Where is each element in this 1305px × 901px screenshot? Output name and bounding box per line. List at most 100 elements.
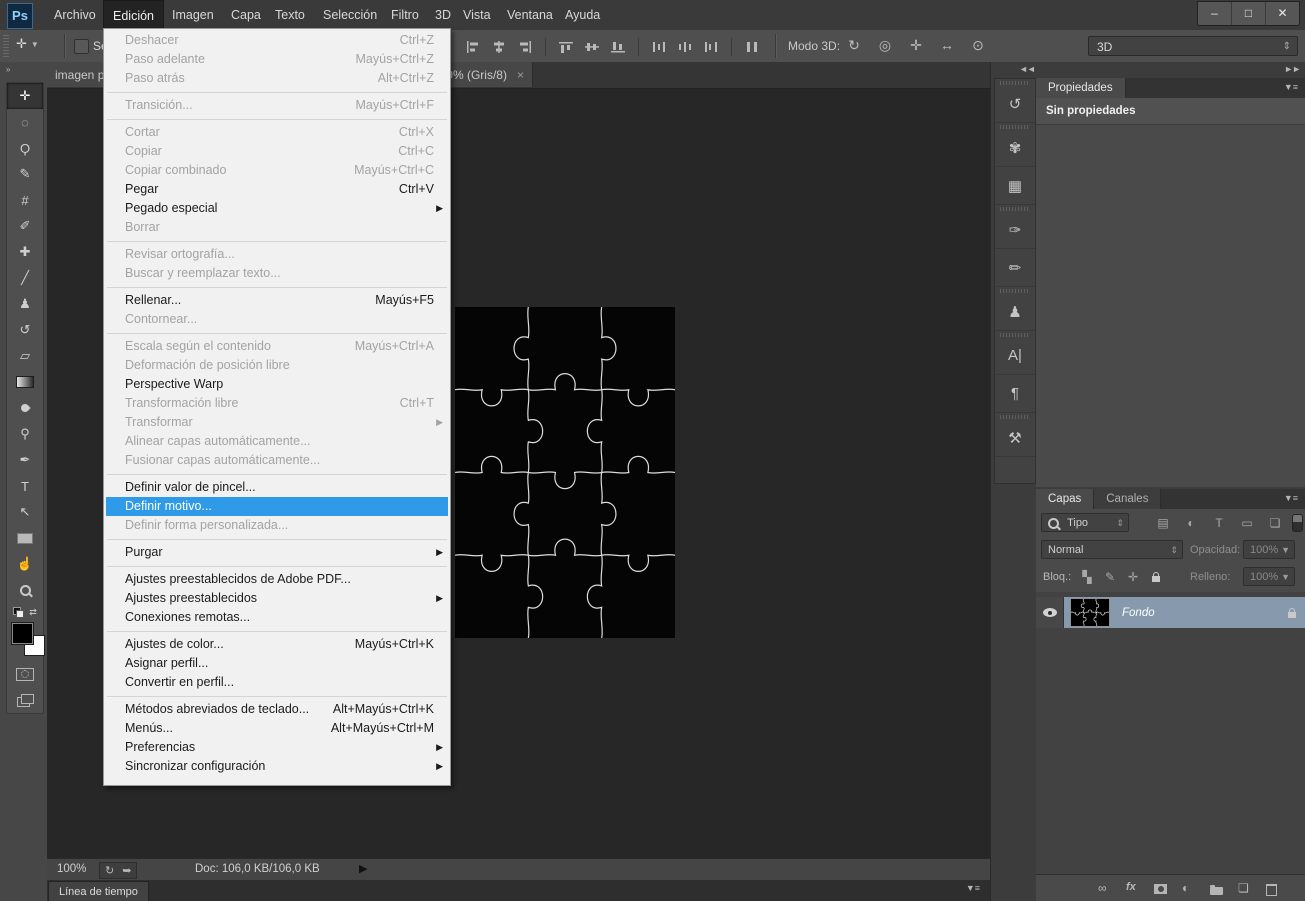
menu-item[interactable]: Definir motivo...	[106, 497, 448, 516]
export-icon[interactable]: ➥	[122, 864, 131, 877]
distribute-center-icon[interactable]	[674, 39, 696, 55]
menu-item[interactable]: Ajustes preestablecidos de Adobe PDF...	[106, 570, 448, 589]
lock-transparency-icon[interactable]: ▚	[1076, 567, 1098, 585]
swap-colors-icon[interactable]: ⇄	[29, 607, 37, 618]
clone-source-panel-button[interactable]: ♟	[995, 293, 1035, 331]
filter-type-icon[interactable]: T	[1208, 513, 1230, 531]
tab-capas[interactable]: Capas	[1036, 489, 1094, 509]
screen-mode-button[interactable]	[7, 687, 43, 713]
move-tool[interactable]: ✛	[7, 83, 43, 109]
menu-item[interactable]: Convertir en perfil...	[106, 673, 448, 692]
tool-preset-picker[interactable]: ✛ ▼	[16, 36, 39, 52]
character-panel-button[interactable]: A|	[995, 337, 1035, 375]
menubar-item-capa[interactable]: Capa	[222, 0, 270, 30]
sync-status-icon[interactable]: ↻	[105, 864, 114, 877]
menubar-item-selección[interactable]: Selección	[314, 0, 386, 30]
menubar-item-vista[interactable]: Vista	[454, 0, 500, 30]
layer-name[interactable]: Fondo	[1122, 607, 1288, 619]
auto-select-checkbox[interactable]	[74, 39, 89, 54]
adjustment-layer-icon[interactable]: ◐	[1182, 881, 1189, 895]
swatches-panel-button[interactable]: ▦	[995, 167, 1035, 205]
menubar-item-ventana[interactable]: Ventana	[498, 0, 562, 30]
close-button[interactable]: ✕	[1265, 2, 1299, 25]
blend-mode-select[interactable]: Normal ⇕	[1041, 540, 1183, 559]
eyedropper-tool[interactable]: ✐	[7, 213, 43, 239]
align-bottom-edges-icon[interactable]	[607, 39, 629, 55]
distribute-spacing-icon[interactable]	[741, 39, 763, 55]
panel-menu-icon[interactable]: ▼≡	[1284, 493, 1298, 503]
delete-layer-icon[interactable]	[1266, 881, 1277, 896]
eraser-tool[interactable]: ▱	[7, 343, 43, 369]
clone-stamp-tool[interactable]: ♟	[7, 291, 43, 317]
tab-propiedades[interactable]: Propiedades	[1036, 78, 1126, 98]
path-selection-tool[interactable]: ↖	[7, 499, 43, 525]
blur-tool[interactable]	[7, 395, 43, 421]
options-bar-grip[interactable]	[3, 35, 9, 57]
dodge-tool[interactable]: ⚲	[7, 421, 43, 447]
paragraph-panel-button[interactable]: ¶	[995, 375, 1035, 413]
menu-item[interactable]: Perspective Warp	[106, 375, 448, 394]
distribute-left-icon[interactable]	[648, 39, 670, 55]
align-h-centers-icon[interactable]	[488, 39, 510, 55]
menubar-item-ayuda[interactable]: Ayuda	[556, 0, 609, 30]
menubar-item-archivo[interactable]: Archivo	[45, 0, 105, 30]
workspace-selector[interactable]: 3D ⇕	[1088, 36, 1298, 56]
brush-tool[interactable]: ╱	[7, 265, 43, 291]
menu-item[interactable]: Ajustes de color...Mayús+Ctrl+K	[106, 635, 448, 654]
collapse-dock-icon[interactable]: ◄◄	[1019, 64, 1035, 74]
panel-menu-icon[interactable]: ▼≡	[966, 883, 980, 893]
filter-adjustment-icon[interactable]: ◐	[1180, 513, 1202, 531]
zoom-tool[interactable]	[7, 577, 43, 603]
align-left-edges-icon[interactable]	[462, 39, 484, 55]
menu-item[interactable]: Asignar perfil...	[106, 654, 448, 673]
brush-presets-panel-button[interactable]: ✑	[995, 211, 1035, 249]
menu-item[interactable]: Sincronizar configuración▶	[106, 757, 448, 776]
brush-settings-panel-button[interactable]: ✏	[995, 249, 1035, 287]
quick-mask-button[interactable]	[7, 661, 43, 687]
align-right-edges-icon[interactable]	[514, 39, 536, 55]
close-tab-icon[interactable]: ×	[517, 68, 524, 82]
distribute-right-icon[interactable]	[700, 39, 722, 55]
lock-position-icon[interactable]: ✛	[1122, 567, 1144, 585]
lock-paint-icon[interactable]: ✎	[1099, 567, 1121, 585]
3d-roll-icon[interactable]: ◎	[874, 34, 896, 56]
history-panel-button[interactable]: ↺	[995, 85, 1035, 123]
type-tool[interactable]: T	[7, 473, 43, 499]
foreground-color-swatch[interactable]	[12, 623, 33, 644]
link-layers-icon[interactable]: ∞	[1098, 881, 1107, 895]
menu-item[interactable]: Pegado especial▶	[106, 199, 448, 218]
menu-item[interactable]: PegarCtrl+V	[106, 180, 448, 199]
zoom-level[interactable]: 100%	[57, 863, 86, 875]
3d-zoom-icon[interactable]: ⊙	[967, 34, 989, 56]
menu-item[interactable]: Definir valor de pincel...	[106, 478, 448, 497]
filter-smart-object-icon[interactable]: ❏	[1264, 513, 1286, 531]
layer-visibility-eye-icon[interactable]	[1043, 608, 1057, 617]
menubar-item-texto[interactable]: Texto	[266, 0, 314, 30]
menu-item[interactable]: Purgar▶	[106, 543, 448, 562]
marquee-tool[interactable]: ◌	[7, 109, 43, 135]
tab-canales[interactable]: Canales	[1094, 489, 1161, 509]
shape-tool[interactable]	[7, 525, 43, 551]
filter-toggle-switch[interactable]	[1292, 514, 1303, 532]
menu-item[interactable]: Preferencias▶	[106, 738, 448, 757]
crop-tool[interactable]: #	[7, 187, 43, 213]
fill-field[interactable]: 100% ▼	[1243, 567, 1295, 586]
layer-effects-icon[interactable]: fx	[1126, 881, 1136, 893]
color-panel-button[interactable]: ✾	[995, 129, 1035, 167]
align-v-centers-icon[interactable]	[581, 39, 603, 55]
pen-tool[interactable]: ✒	[7, 447, 43, 473]
align-top-edges-icon[interactable]	[555, 39, 577, 55]
healing-brush-tool[interactable]: ✚	[7, 239, 43, 265]
status-menu-arrow-icon[interactable]: ▶	[359, 862, 367, 875]
collapse-tools-icon[interactable]: »	[6, 65, 9, 74]
menu-item[interactable]: Menús...Alt+Mayús+Ctrl+M	[106, 719, 448, 738]
menubar-item-filtro[interactable]: Filtro	[382, 0, 428, 30]
menu-item[interactable]: Ajustes preestablecidos▶	[106, 589, 448, 608]
menubar-item-edición[interactable]: Edición	[103, 0, 164, 31]
opacity-field[interactable]: 100% ▼	[1243, 540, 1295, 559]
hand-tool[interactable]: ☝	[7, 551, 43, 577]
3d-rotate-icon[interactable]: ↻	[843, 34, 865, 56]
layer-row-fondo[interactable]: Fondo	[1036, 597, 1305, 628]
menu-item[interactable]: Conexiones remotas...	[106, 608, 448, 627]
filter-image-icon[interactable]: ▤	[1152, 513, 1174, 531]
